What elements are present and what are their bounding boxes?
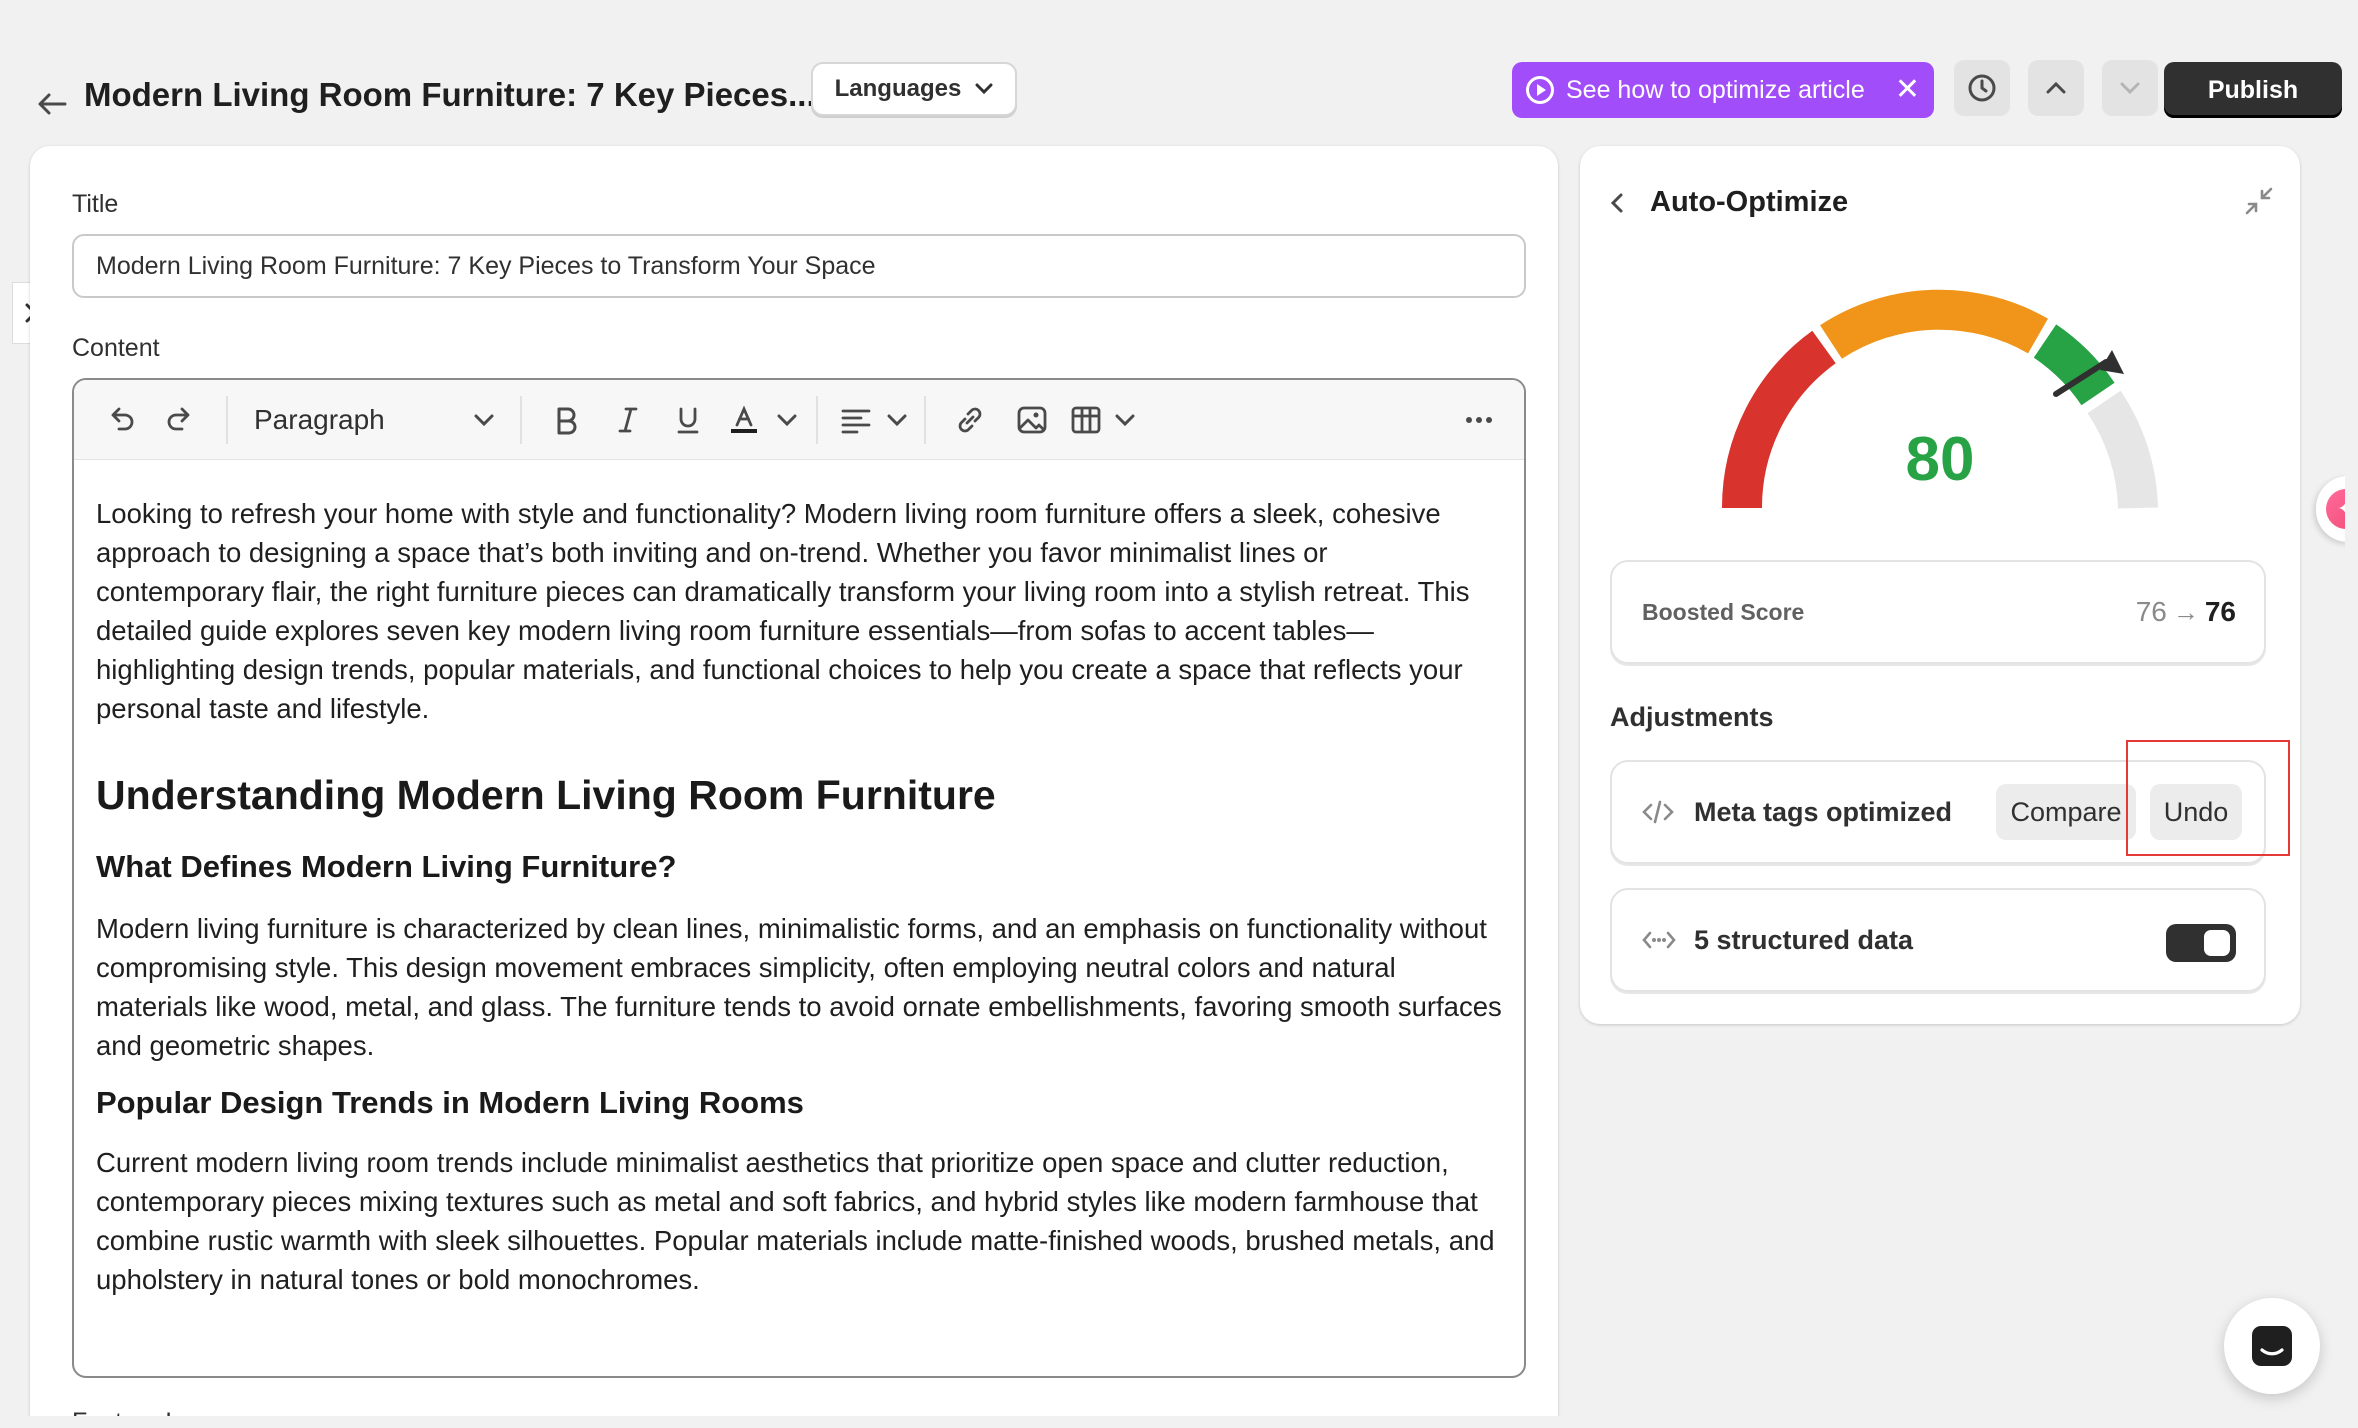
meta-tags-label: Meta tags optimized [1694, 796, 1953, 827]
editor-toolbar: Paragraph [74, 380, 1524, 460]
languages-dropdown[interactable]: Languages [811, 62, 1017, 116]
paragraph-style-select[interactable]: Paragraph [240, 392, 508, 448]
table-icon[interactable] [1062, 392, 1110, 448]
gauge-segment-orange [1820, 289, 2048, 359]
structured-data-toggle[interactable] [2166, 924, 2236, 962]
sparkle-icon: ✦ [2326, 489, 2345, 529]
undo-highlight-box [2126, 740, 2290, 856]
heading-2-definition: What Defines Modern Living Furniture? [96, 849, 677, 884]
chat-support-button[interactable] [2224, 1298, 2320, 1394]
more-icon[interactable] [1454, 392, 1504, 448]
optimize-guide-label: See how to optimize article [1566, 75, 1865, 104]
boosted-score-box: Boosted Score 76 → 76 [1610, 560, 2266, 664]
rich-text-editor[interactable]: Paragraph Looking to refresh your home w… [72, 378, 1526, 1378]
bold-icon[interactable] [534, 392, 598, 448]
next-button[interactable] [2102, 60, 2158, 116]
title-label: Title [72, 190, 119, 218]
collapse-icon[interactable] [2244, 186, 2274, 221]
structured-data-row: 5 structured data [1610, 888, 2266, 992]
chevron-down-icon[interactable] [882, 392, 912, 448]
languages-label: Languages [834, 75, 962, 102]
underline-icon[interactable] [658, 392, 718, 448]
boosted-score-values: 76 → 76 [2136, 596, 2236, 628]
toggle-knob [2204, 930, 2230, 956]
chevron-down-icon[interactable] [770, 392, 804, 448]
toolbar-divider [520, 395, 522, 444]
code-icon [1642, 800, 1676, 824]
score-value: 80 [1905, 425, 1975, 494]
heading-2-trends: Popular Design Trends in Modern Living R… [96, 1085, 804, 1120]
optimize-guide-button[interactable]: See how to optimize article ✕ [1512, 62, 1934, 118]
editor-content[interactable]: Looking to refresh your home with style … [74, 460, 1524, 1299]
page-title: Modern Living Room Furniture: 7 Key Piec… [84, 76, 816, 113]
history-button[interactable] [1954, 60, 2010, 116]
previous-button[interactable] [2028, 60, 2084, 116]
close-icon[interactable]: ✕ [1895, 75, 1920, 105]
trends-paragraph: Current modern living room trends includ… [96, 1147, 1495, 1295]
chevron-down-icon [2120, 82, 2140, 95]
toolbar-divider [816, 395, 818, 444]
align-left-icon[interactable] [830, 392, 882, 448]
boosted-score-new: 76 [2204, 596, 2236, 627]
editor-card: Title Modern Living Room Furniture: 7 Ke… [30, 146, 1558, 1416]
chevron-down-icon [474, 414, 494, 426]
paragraph-style-label: Paragraph [254, 403, 385, 435]
chat-icon [2252, 1326, 2292, 1366]
boosted-score-label: Boosted Score [1642, 598, 1805, 625]
toolbar-divider [924, 395, 926, 444]
chevron-up-icon [2046, 81, 2066, 94]
play-icon [1526, 76, 1554, 104]
undo-icon[interactable] [92, 392, 148, 448]
compare-button[interactable]: Compare [1996, 784, 2136, 840]
auto-optimize-panel: Auto-Optimize 80 Boosted Score 76 → 76 A… [1580, 146, 2300, 1024]
structured-data-label: 5 structured data [1694, 924, 1914, 955]
chevron-left-icon[interactable] [1610, 192, 1624, 214]
intro-paragraph: Looking to refresh your home with style … [96, 498, 1470, 724]
redo-icon[interactable] [148, 392, 214, 448]
top-bar: Modern Living Room Furniture: 7 Key Piec… [12, 12, 2345, 152]
feature-image-label: Feature Image [72, 1408, 235, 1416]
title-input[interactable]: Modern Living Room Furniture: 7 Key Piec… [72, 234, 1526, 298]
panel-title: Auto-Optimize [1650, 186, 1849, 218]
adjustments-title: Adjustments [1610, 702, 1774, 732]
definition-paragraph: Modern living furniture is characterized… [96, 913, 1502, 1061]
boosted-score-old: 76 [2135, 596, 2167, 627]
publish-button[interactable]: Publish [2164, 62, 2342, 118]
clock-icon [1968, 74, 1996, 102]
content-label: Content [72, 334, 160, 362]
heading-1: Understanding Modern Living Room Furnitu… [96, 772, 996, 818]
chevron-down-icon [975, 83, 993, 95]
back-arrow-icon[interactable] [32, 84, 72, 124]
image-icon[interactable] [1002, 392, 1062, 448]
structured-data-icon [1642, 928, 1676, 952]
text-color-icon[interactable] [718, 392, 770, 448]
app-window: Modern Living Room Furniture: 7 Key Piec… [12, 12, 2345, 1416]
arrow-right-icon: → [2172, 596, 2199, 627]
ai-assistant-button[interactable]: ✦ [2316, 476, 2345, 542]
toolbar-divider [226, 395, 228, 444]
link-icon[interactable] [938, 392, 1002, 448]
panel-header: Auto-Optimize [1610, 186, 1848, 219]
italic-icon[interactable] [598, 392, 658, 448]
chevron-down-icon[interactable] [1110, 392, 1140, 448]
